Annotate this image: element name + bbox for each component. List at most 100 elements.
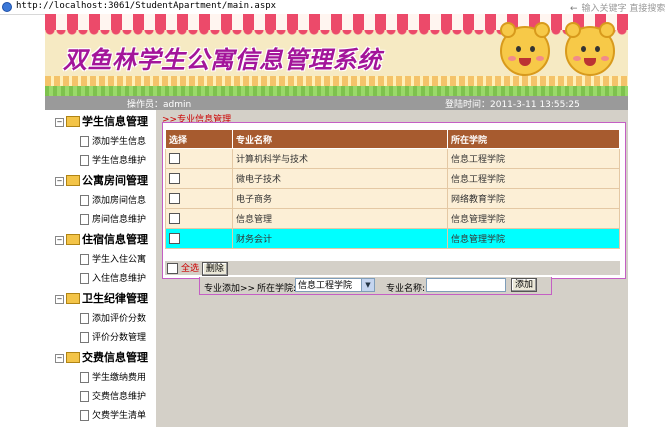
sidebar-group-title: 住宿信息管理: [82, 233, 148, 246]
collapse-icon[interactable]: −: [55, 235, 64, 245]
major-name-input[interactable]: [426, 278, 506, 292]
address-bar[interactable]: http://localhost:3061/StudentApartment/m…: [0, 0, 670, 15]
folder-icon: [66, 174, 80, 186]
sidebar-item-arrears-list[interactable]: 欠费学生清单: [80, 408, 146, 422]
sidebar-item-label: 交费信息维护: [92, 392, 147, 402]
select-all-checkbox[interactable]: [167, 263, 178, 274]
row-checkbox[interactable]: [169, 233, 180, 244]
document-icon: [80, 372, 89, 383]
document-icon: [80, 195, 89, 206]
add-button[interactable]: 添加: [511, 278, 538, 292]
major-table: 选择 专业名称 所在学院 计算机科学与技术 信息工程学院 微电子技术 信息工程学…: [165, 129, 620, 249]
college-selected-value: 信息工程学院: [298, 281, 353, 291]
sidebar-item-checkin[interactable]: 学生入住公寓: [80, 252, 146, 266]
header-banner: 双鱼林学生公寓信息管理系统: [45, 14, 628, 96]
table-row[interactable]: 电子商务 网络教育学院: [165, 188, 620, 209]
search-hint-text: 输入关键字 直接搜索: [581, 4, 666, 14]
collapse-icon[interactable]: −: [55, 117, 64, 127]
major-name-cell: 计算机科学与技术: [232, 148, 448, 169]
table-row-highlighted[interactable]: 财务会计 信息管理学院: [165, 228, 620, 249]
sidebar-item-pay-fee[interactable]: 学生缴纳费用: [80, 370, 146, 384]
college-cell: 信息管理学院: [447, 228, 620, 249]
sidebar-item-label: 学生信息维护: [92, 156, 147, 166]
college-cell: 信息工程学院: [447, 168, 620, 189]
table-row[interactable]: 计算机科学与技术 信息工程学院: [165, 148, 620, 169]
login-time: 登陆时间：2011-3-11 13:55:25: [445, 100, 580, 110]
sidebar: − 学生信息管理 添加学生信息 学生信息维护 − 公寓房间管理 添加房间信息 房间信…: [45, 110, 156, 427]
select-all-label[interactable]: 全选: [181, 264, 199, 274]
back-arrow-icon: ←: [570, 4, 578, 14]
bear-mascot-icon: [500, 22, 550, 76]
row-checkbox[interactable]: [169, 173, 180, 184]
address-url[interactable]: http://localhost:3061/StudentApartment/m…: [16, 1, 276, 11]
sidebar-item-add-student[interactable]: 添加学生信息: [80, 134, 146, 148]
document-icon: [80, 254, 89, 265]
sidebar-item-score-manage[interactable]: 评价分数管理: [80, 330, 146, 344]
sidebar-item-label: 学生缴纳费用: [92, 373, 147, 383]
sidebar-group-lodging[interactable]: − 住宿信息管理: [55, 231, 148, 247]
sidebar-group-fee[interactable]: − 交费信息管理: [55, 349, 148, 365]
document-icon: [80, 391, 89, 402]
status-bar: 操作员：admin 登陆时间：2011-3-11 13:55:25: [45, 96, 628, 110]
table-row[interactable]: 微电子技术 信息工程学院: [165, 168, 620, 189]
search-hint[interactable]: ← 输入关键字 直接搜索: [570, 1, 665, 14]
bear-mascot-icon: [565, 22, 615, 76]
document-icon: [80, 136, 89, 147]
column-header-select: 选择: [165, 129, 233, 149]
chevron-down-icon[interactable]: ▼: [361, 279, 374, 291]
ie-page-icon: [2, 2, 12, 12]
row-select-cell: [165, 228, 233, 249]
sidebar-item-add-score[interactable]: 添加评价分数: [80, 311, 146, 325]
major-name-cell: 信息管理: [232, 208, 448, 229]
folder-icon: [66, 233, 80, 245]
major-name-cell: 电子商务: [232, 188, 448, 209]
row-checkbox[interactable]: [169, 193, 180, 204]
sidebar-item-label: 添加评价分数: [92, 314, 147, 324]
document-icon: [80, 273, 89, 284]
column-header-college: 所在学院: [447, 129, 620, 149]
college-cell: 信息工程学院: [447, 148, 620, 169]
table-row[interactable]: 信息管理 信息管理学院: [165, 208, 620, 229]
row-select-cell: [165, 188, 233, 209]
major-list-panel: 选择 专业名称 所在学院 计算机科学与技术 信息工程学院 微电子技术 信息工程学…: [162, 122, 626, 279]
sidebar-item-label: 学生入住公寓: [92, 255, 147, 265]
collapse-icon[interactable]: −: [55, 294, 64, 304]
sidebar-item-label: 入住信息维护: [92, 274, 147, 284]
sidebar-item-room-maintain[interactable]: 房间信息维护: [80, 212, 146, 226]
college-cell: 信息管理学院: [447, 208, 620, 229]
sidebar-item-student-maintain[interactable]: 学生信息维护: [80, 153, 146, 167]
major-name-label: 专业名称:: [386, 284, 426, 294]
sidebar-group-title: 卫生纪律管理: [82, 292, 148, 305]
row-checkbox[interactable]: [169, 213, 180, 224]
collapse-icon[interactable]: −: [55, 353, 64, 363]
sidebar-group-title: 交费信息管理: [82, 351, 148, 364]
folder-icon: [66, 115, 80, 127]
sidebar-group-student[interactable]: − 学生信息管理: [55, 113, 148, 129]
collapse-icon[interactable]: −: [55, 176, 64, 186]
row-select-cell: [165, 148, 233, 169]
sidebar-group-room[interactable]: − 公寓房间管理: [55, 172, 148, 188]
table-footer: 全选 删除: [165, 261, 620, 276]
row-select-cell: [165, 168, 233, 189]
right-margin: [628, 14, 670, 427]
college-select[interactable]: 信息工程学院 ▼: [295, 278, 375, 292]
fence-decoration: [45, 76, 628, 86]
document-icon: [80, 313, 89, 324]
document-icon: [80, 155, 89, 166]
delete-button[interactable]: 删除: [201, 262, 228, 276]
major-name-cell: 财务会计: [232, 228, 448, 249]
folder-icon: [66, 351, 80, 363]
site-title: 双鱼林学生公寓信息管理系统: [63, 45, 382, 74]
sidebar-item-checkin-maintain[interactable]: 入住信息维护: [80, 271, 146, 285]
sidebar-group-title: 学生信息管理: [82, 115, 148, 128]
document-icon: [80, 332, 89, 343]
sidebar-item-fee-maintain[interactable]: 交费信息维护: [80, 389, 146, 403]
sidebar-item-add-room[interactable]: 添加房间信息: [80, 193, 146, 207]
sidebar-group-hygiene[interactable]: − 卫生纪律管理: [55, 290, 148, 306]
column-header-name: 专业名称: [232, 129, 448, 149]
document-icon: [80, 214, 89, 225]
college-cell: 网络教育学院: [447, 188, 620, 209]
row-checkbox[interactable]: [169, 153, 180, 164]
sidebar-item-label: 房间信息维护: [92, 215, 147, 225]
sidebar-group-title: 公寓房间管理: [82, 174, 148, 187]
